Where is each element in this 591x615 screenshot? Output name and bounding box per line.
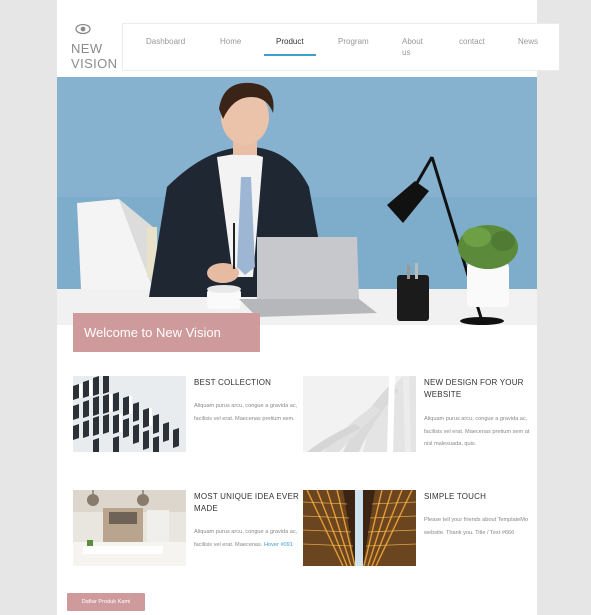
card-title-collection: BEST COLLECTION [194, 378, 272, 387]
nav-news[interactable]: News [518, 36, 538, 47]
card-text-collection: Aliquam purus arcu, congue a gravida ac,… [194, 403, 298, 422]
card-title-idea: MOST UNIQUE IDEA EVER MADE [194, 492, 299, 513]
card-link-hover[interactable]: Hover #091 [264, 542, 293, 548]
card-image-design [303, 376, 416, 452]
hero-illustration [57, 77, 537, 325]
nav-product[interactable]: Product [276, 36, 304, 47]
nav-about[interactable]: About us [402, 36, 430, 58]
brand-logo[interactable]: NEW VISION [71, 22, 123, 71]
eye-icon [75, 23, 91, 35]
card-image-collection [73, 376, 186, 452]
product-list-button[interactable]: Daftar Produk Kami [67, 593, 145, 611]
brand-line-1: NEW [71, 41, 103, 56]
nav-home[interactable]: Home [220, 36, 241, 47]
nav-dashboard[interactable]: Dashboard [146, 36, 185, 47]
card-text-idea: Aliquam purus arcu, congue a gravida ac,… [194, 526, 306, 551]
hero-image [57, 77, 537, 325]
brand-line-2: VISION [71, 56, 118, 71]
card-title-touch: SIMPLE TOUCH [424, 492, 487, 501]
page-container: NEW VISION Dashboard Home Product Progra… [57, 0, 559, 615]
card-text-touch: Please tell your friends about TemplateM… [424, 517, 529, 536]
card-title-design: NEW DESIGN FOR YOUR WEBSITE [424, 378, 524, 399]
nav-program[interactable]: Program [338, 36, 369, 47]
nav-active-indicator [264, 54, 316, 56]
welcome-banner: Welcome to New Vision [73, 313, 260, 352]
card-image-idea [73, 490, 186, 566]
card-image-touch [303, 490, 416, 566]
main-nav: Dashboard Home Product Program About us … [122, 23, 559, 71]
nav-contact[interactable]: contact [459, 36, 485, 47]
card-text-design: Aliquam purus arcu, congue a gravida ac,… [424, 416, 530, 447]
